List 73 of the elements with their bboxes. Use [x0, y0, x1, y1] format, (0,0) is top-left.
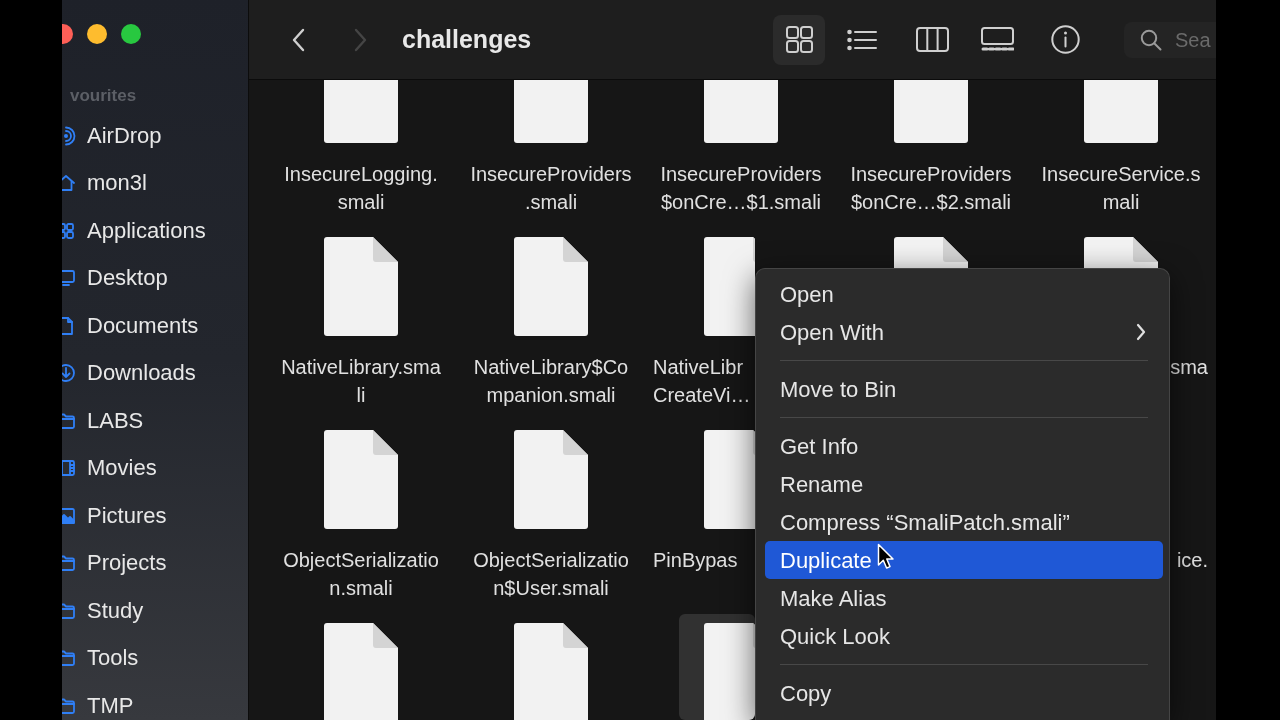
- arcs-icon: [62, 125, 76, 146]
- menu-item[interactable]: Duplicate: [765, 541, 1163, 579]
- chevron-right-icon: [353, 27, 367, 52]
- info-icon: [1050, 25, 1080, 54]
- search-field[interactable]: Sea: [1175, 25, 1216, 54]
- sidebar-item[interactable]: Pictures: [62, 500, 167, 531]
- folder-icon: [62, 648, 76, 669]
- menu-item[interactable]: Get Info: [765, 427, 1163, 465]
- folder-title: challenges: [402, 23, 532, 55]
- file-icon[interactable]: [894, 237, 968, 268]
- file-icon[interactable]: [324, 623, 398, 720]
- back-button[interactable]: [290, 26, 306, 53]
- photo-icon: [62, 505, 76, 526]
- sidebar-item[interactable]: Tools: [62, 643, 139, 674]
- zoom-button[interactable]: [121, 24, 141, 44]
- sidebar-item[interactable]: Documents: [62, 310, 199, 341]
- menu-item[interactable]: Quick Look: [765, 617, 1163, 655]
- file-name: ObjectSerializatio n.smali: [283, 548, 439, 601]
- file-icon[interactable]: [679, 614, 755, 720]
- sidebar-item[interactable]: Downloads: [62, 358, 196, 389]
- menu-item[interactable]: Copy: [765, 674, 1163, 712]
- file-icon[interactable]: [324, 237, 398, 336]
- file-icon[interactable]: [324, 430, 398, 529]
- file-name: sma: [1170, 355, 1208, 380]
- close-button[interactable]: [62, 24, 73, 44]
- file-name: InsecureLogging. smali: [284, 162, 438, 215]
- download-icon: [62, 363, 76, 384]
- menu-item[interactable]: Move to Bin: [765, 370, 1163, 408]
- file-icon[interactable]: [514, 623, 588, 720]
- file-name: ice.: [1176, 548, 1208, 573]
- file-name: InsecureService.s mali: [1041, 162, 1201, 215]
- house-icon: [62, 173, 76, 194]
- sidebar-item[interactable]: Desktop: [62, 263, 168, 294]
- film-icon: [62, 458, 76, 479]
- sidebar-item[interactable]: AirDrop: [62, 120, 162, 151]
- sidebar-item[interactable]: mon3l: [62, 168, 147, 199]
- file-icon[interactable]: [514, 430, 588, 529]
- grid-icon: [785, 26, 813, 53]
- monitor-icon: [62, 268, 76, 289]
- file-name: NativeLibr CreateVi…: [653, 355, 751, 408]
- list-icon: [847, 28, 877, 51]
- sidebar-item[interactable]: TMP: [62, 690, 134, 720]
- sidebar-item[interactable]: Projects: [62, 548, 167, 579]
- file-name: InsecureProviders $onCre…$2.smali: [850, 162, 1012, 215]
- columns-icon: [915, 27, 949, 52]
- menu-item[interactable]: Open: [765, 275, 1163, 313]
- minimize-button[interactable]: [87, 24, 107, 44]
- file-name: PinBypas: [653, 548, 738, 573]
- file-name: NativeLibrary.sma li: [281, 355, 441, 408]
- gallery-icon: [980, 27, 1014, 52]
- file-icon[interactable]: [514, 237, 588, 336]
- file-name: InsecureProviders .smali: [470, 162, 632, 215]
- sidebar-item[interactable]: LABS: [62, 405, 144, 436]
- file-name: InsecureProviders $onCre…$1.smali: [660, 162, 822, 215]
- sidebar-item[interactable]: Applications: [62, 215, 206, 246]
- search-bar[interactable]: Sea: [1124, 21, 1216, 58]
- file-icon[interactable]: [1084, 237, 1158, 268]
- sidebar-item[interactable]: Study: [62, 595, 144, 626]
- menu-item[interactable]: Compress “SmaliPatch.smali”: [765, 503, 1163, 541]
- menu-item[interactable]: Open With: [765, 313, 1163, 351]
- file-name: ObjectSerializatio n$User.smali: [473, 548, 629, 601]
- folder-icon: [62, 553, 76, 574]
- chevron-left-icon: [291, 27, 305, 52]
- icon-view-button[interactable]: [773, 14, 825, 65]
- menu-item[interactable]: Make Alias: [765, 579, 1163, 617]
- grid-icon: [62, 220, 76, 241]
- document-icon: [62, 315, 76, 336]
- menu-item[interactable]: Rename: [765, 465, 1163, 503]
- mouse-pointer-icon: [877, 543, 895, 570]
- search-icon: [1140, 28, 1162, 51]
- section-header: vourites: [70, 85, 137, 108]
- file-name: NativeLibrary$Co mpanion.smali: [473, 355, 629, 408]
- sidebar-item[interactable]: Movies: [62, 453, 157, 484]
